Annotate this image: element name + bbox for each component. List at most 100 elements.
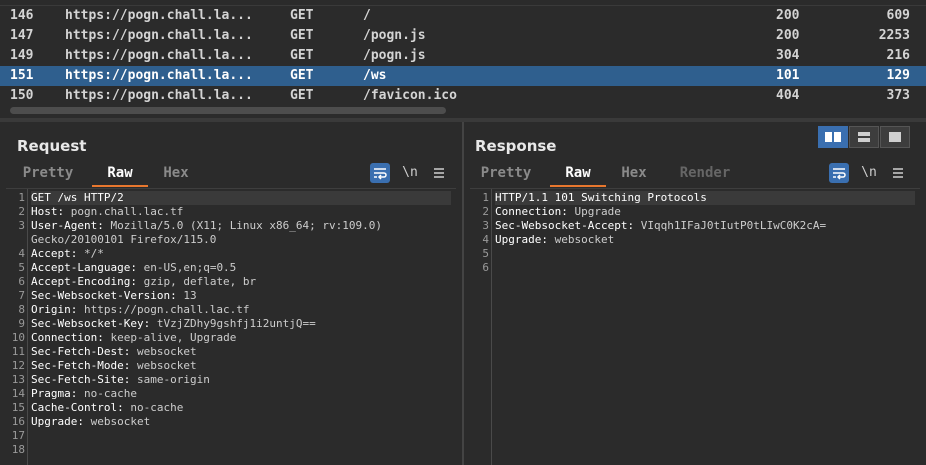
header-name: Accept-Language: bbox=[31, 261, 137, 274]
code-line[interactable]: Upgrade: websocket bbox=[495, 233, 614, 247]
tab-raw[interactable]: Raw bbox=[92, 161, 148, 187]
line-number: 6 bbox=[18, 275, 25, 288]
row-status: 200 bbox=[776, 8, 800, 23]
code-line[interactable]: Accept-Encoding: gzip, deflate, br bbox=[31, 275, 256, 289]
code-line[interactable]: Sec-Fetch-Mode: websocket bbox=[31, 359, 197, 373]
code-line[interactable]: Pragma: no-cache bbox=[31, 387, 137, 401]
code-line[interactable]: User-Agent: Mozilla/5.0 (X11; Linux x86_… bbox=[31, 219, 382, 233]
menu-icon[interactable] bbox=[429, 163, 449, 183]
code-line[interactable]: Sec-Websocket-Key: tVzjZDhy9gshfj1i2untj… bbox=[31, 317, 316, 331]
table-row[interactable]: 151 https://pogn.chall.la... GET/ws 101 129 bbox=[0, 66, 926, 86]
scrollbar-thumb[interactable] bbox=[10, 107, 446, 114]
tab-hex[interactable]: Hex bbox=[612, 161, 656, 187]
code-line[interactable]: Host: pogn.chall.lac.tf bbox=[31, 205, 183, 219]
single-pane-layout-icon[interactable] bbox=[880, 126, 910, 148]
header-value: websocket bbox=[130, 359, 197, 372]
table-row[interactable]: 150 https://pogn.chall.la... GET/favicon.i… bbox=[0, 86, 926, 106]
tab-raw[interactable]: Raw bbox=[550, 161, 606, 187]
wrap-lines-icon[interactable] bbox=[829, 163, 849, 183]
row-host: https://pogn.chall.la... bbox=[65, 68, 253, 83]
row-method: GET bbox=[290, 28, 314, 43]
wrap-lines-icon[interactable] bbox=[370, 163, 390, 183]
line-number: 7 bbox=[18, 289, 25, 302]
header-name: Sec-Fetch-Site: bbox=[31, 373, 131, 386]
row-host: https://pogn.chall.la... bbox=[65, 28, 253, 43]
code-line[interactable]: Connection: Upgrade bbox=[495, 205, 621, 219]
row-number: 151 bbox=[10, 68, 34, 83]
menu-icon[interactable] bbox=[888, 163, 908, 183]
line-number: 13 bbox=[11, 373, 25, 386]
line-number: 4 bbox=[18, 247, 25, 260]
header-value: Mozilla/5.0 (X11; Linux x86_64; rv:109.0… bbox=[103, 219, 383, 232]
tab-hex[interactable]: Hex bbox=[154, 161, 198, 187]
code-line[interactable]: GET /ws HTTP/2 bbox=[31, 191, 451, 205]
row-host: https://pogn.chall.la... bbox=[65, 88, 253, 103]
request-title: Request bbox=[17, 137, 87, 155]
header-name: Connection: bbox=[495, 205, 568, 218]
header-name: Sec-Fetch-Mode: bbox=[31, 359, 131, 372]
code-line[interactable]: Sec-Fetch-Site: same-origin bbox=[31, 373, 210, 387]
header-value: keep-alive, Upgrade bbox=[103, 331, 237, 344]
header-name: Connection: bbox=[31, 331, 104, 344]
header-value: same-origin bbox=[130, 373, 210, 386]
header-value: no-cache bbox=[123, 401, 184, 414]
horizontal-scrollbar[interactable] bbox=[0, 104, 926, 118]
line-number: 5 bbox=[482, 247, 489, 260]
line-number: 8 bbox=[18, 303, 25, 316]
header-name: Sec-Websocket-Accept: bbox=[495, 219, 635, 232]
show-newlines-toggle[interactable]: \n bbox=[400, 163, 420, 183]
header-name: GET /ws HTTP/2 bbox=[31, 191, 124, 204]
side-by-side-layout-icon[interactable] bbox=[818, 126, 848, 148]
line-number: 11 bbox=[11, 345, 25, 358]
row-length: 373 bbox=[886, 88, 910, 103]
code-line[interactable]: Accept-Language: en-US,en;q=0.5 bbox=[31, 261, 236, 275]
response-pane: Response Pretty Raw Hex Render \n 1 HTTP/… bbox=[464, 122, 926, 465]
code-line[interactable]: Origin: https://pogn.chall.lac.tf bbox=[31, 303, 250, 317]
request-editor[interactable]: 1 GET /ws HTTP/2 2 Host: pogn.chall.lac.tf 3… bbox=[6, 188, 456, 465]
code-line[interactable]: HTTP/1.1 101 Switching Protocols bbox=[495, 191, 915, 205]
line-number: 4 bbox=[482, 233, 489, 246]
line-number: 9 bbox=[18, 317, 25, 330]
tab-pretty[interactable]: Pretty bbox=[10, 161, 86, 187]
row-length: 129 bbox=[886, 68, 910, 83]
stacked-layout-icon[interactable] bbox=[849, 126, 879, 148]
code-line[interactable]: Sec-Websocket-Accept: VIqqh1IFaJ0tIutP0t… bbox=[495, 219, 826, 233]
header-value: tVzjZDhy9gshfj1i2untjQ== bbox=[150, 317, 316, 330]
line-number: 2 bbox=[482, 205, 489, 218]
header-value: pogn.chall.lac.tf bbox=[64, 205, 184, 218]
row-status: 304 bbox=[776, 48, 800, 63]
line-number: 14 bbox=[11, 387, 25, 400]
header-value: en-US,en;q=0.5 bbox=[136, 261, 237, 274]
code-line[interactable]: Gecko/20100101 Firefox/115.0 bbox=[31, 233, 216, 247]
row-method: GET bbox=[290, 8, 314, 23]
response-editor[interactable]: 1 HTTP/1.1 101 Switching Protocols 2 Connec… bbox=[470, 188, 920, 465]
header-name: Accept: bbox=[31, 247, 78, 260]
tab-pretty[interactable]: Pretty bbox=[468, 161, 544, 187]
table-row[interactable]: 146 https://pogn.chall.la... GET / 200 609 bbox=[0, 6, 926, 26]
table-row[interactable]: 149 https://pogn.chall.la... GET/pogn.js 30… bbox=[0, 46, 926, 66]
code-line[interactable]: Sec-Fetch-Dest: websocket bbox=[31, 345, 197, 359]
header-name: Pragma: bbox=[31, 387, 78, 400]
row-path: /pogn.js bbox=[363, 48, 426, 63]
row-status: 404 bbox=[776, 88, 800, 103]
row-length: 216 bbox=[886, 48, 910, 63]
table-row[interactable]: 147 https://pogn.chall.la... GET/pogn.js 20… bbox=[0, 26, 926, 46]
tab-render[interactable]: Render bbox=[668, 161, 742, 187]
row-number: 149 bbox=[10, 48, 34, 63]
code-line[interactable]: Sec-Websocket-Version: 13 bbox=[31, 289, 197, 303]
header-value: 13 bbox=[176, 289, 197, 302]
line-number: 1 bbox=[482, 191, 489, 204]
show-newlines-toggle[interactable]: \n bbox=[859, 163, 879, 183]
code-line[interactable]: Upgrade: websocket bbox=[31, 415, 150, 429]
code-line[interactable]: Cache-Control: no-cache bbox=[31, 401, 183, 415]
row-length: 609 bbox=[886, 8, 910, 23]
row-status: 200 bbox=[776, 28, 800, 43]
header-name: Origin: bbox=[31, 303, 78, 316]
line-number: 6 bbox=[482, 261, 489, 274]
code-line[interactable]: Connection: keep-alive, Upgrade bbox=[31, 331, 236, 345]
row-method: GET bbox=[290, 48, 314, 63]
row-number: 147 bbox=[10, 28, 34, 43]
header-name: Accept-Encoding: bbox=[31, 275, 137, 288]
code-line[interactable]: Accept: */* bbox=[31, 247, 104, 261]
line-number bbox=[6, 233, 25, 247]
